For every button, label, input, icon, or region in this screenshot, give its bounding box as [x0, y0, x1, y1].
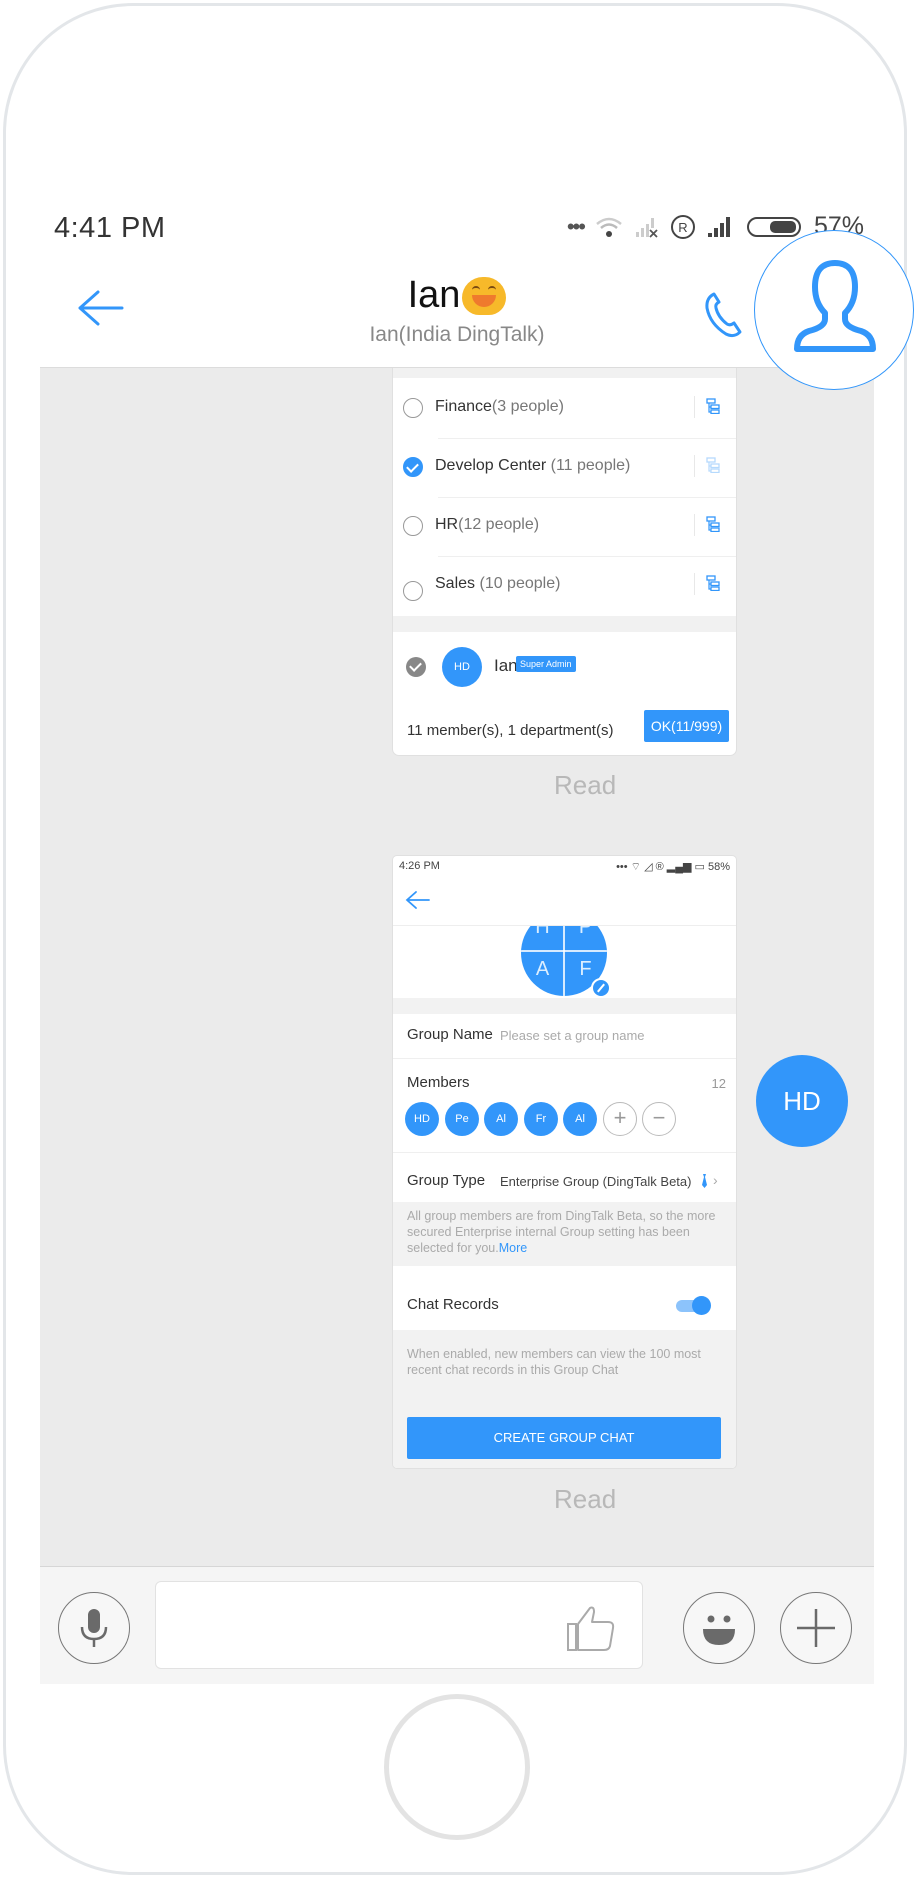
group-type-label: Group Type: [407, 1172, 486, 1189]
super-admin-badge: Super Admin: [516, 656, 576, 672]
screen: 4:41 PM ••• R 57% Ian Ian(India DingTalk…: [40, 200, 874, 1684]
check-icon: [406, 657, 426, 677]
remove-member-icon: −: [642, 1102, 676, 1136]
emoji-button[interactable]: [683, 1592, 755, 1664]
sender-avatar[interactable]: HD: [756, 1055, 848, 1147]
edit-icon: [591, 978, 611, 998]
grinning-face-emoji: [462, 276, 507, 315]
radio-unchecked: [403, 581, 423, 601]
contact-profile-button[interactable]: [754, 230, 914, 390]
message-image-create-group[interactable]: 4:26 PM ••• ⌔ ◿ ® ▂▄▆ ▭ 58% H P A F Grou…: [393, 856, 736, 1468]
member-avatar: Al: [484, 1102, 518, 1136]
microphone-icon: [80, 1609, 108, 1647]
members-count: 12: [711, 1076, 726, 1091]
radio-unchecked: [403, 516, 423, 536]
back-arrow-icon: [405, 891, 430, 909]
member-avatar: Pe: [445, 1102, 479, 1136]
plus-icon: [797, 1609, 835, 1647]
chat-area[interactable]: Finance(3 people) Develop Center (11 peo…: [40, 368, 874, 1566]
input-bar: [40, 1566, 874, 1684]
voice-button[interactable]: [58, 1592, 130, 1664]
chevron-right-icon: ›: [713, 1172, 718, 1188]
org-tree-icon: [706, 398, 720, 414]
radio-checked: [403, 457, 423, 477]
chat-title: Ian: [408, 274, 507, 317]
chat-header: Ian Ian(India DingTalk): [40, 250, 874, 368]
group-name-placeholder: Please set a group name: [500, 1028, 645, 1043]
battery-icon: [746, 216, 801, 237]
department-row: Develop Center (11 people): [393, 439, 736, 498]
message-image-department-picker[interactable]: Finance(3 people) Develop Center (11 peo…: [393, 368, 736, 755]
radio-unchecked: [403, 398, 423, 418]
add-member-icon: +: [603, 1102, 637, 1136]
wifi-icon: [596, 217, 622, 237]
group-type-value: Enterprise Group (DingTalk Beta): [500, 1174, 692, 1189]
chat-records-toggle: [676, 1296, 711, 1315]
person-icon: [794, 260, 876, 352]
org-tree-icon: [706, 457, 720, 473]
signal-icon: [707, 216, 730, 237]
thumbs-up-icon[interactable]: [564, 1604, 620, 1652]
phone-icon[interactable]: [702, 290, 746, 340]
chat-records-label: Chat Records: [407, 1296, 499, 1313]
chat-records-hint: When enabled, new members can view the 1…: [407, 1347, 701, 1377]
avatar: HD: [442, 647, 482, 687]
group-name-label: Group Name: [407, 1026, 493, 1043]
chat-subtitle: Ian(India DingTalk): [369, 323, 545, 346]
roaming-icon: R: [670, 214, 695, 239]
member-avatar: HD: [405, 1102, 439, 1136]
home-button[interactable]: [384, 1694, 530, 1840]
more-link: More: [498, 1241, 528, 1255]
department-row: Finance(3 people): [393, 380, 736, 439]
selected-user-row: HD Ian Super Admin: [393, 636, 736, 696]
no-signal-icon: [635, 217, 658, 238]
members-label: Members: [407, 1074, 470, 1091]
department-row: Sales (10 people): [393, 557, 736, 616]
department-row: HR(12 people): [393, 498, 736, 557]
tie-icon: [702, 1174, 707, 1188]
member-avatar: Fr: [524, 1102, 558, 1136]
org-tree-icon: [706, 516, 720, 532]
message-input[interactable]: [155, 1581, 643, 1669]
read-status: Read: [554, 1484, 617, 1514]
org-tree-icon: [706, 575, 720, 591]
create-group-chat-button: CREATE GROUP CHAT: [407, 1417, 721, 1459]
group-type-info: All group members are from DingTalk Beta…: [407, 1209, 716, 1255]
more-dots-icon: •••: [566, 213, 586, 239]
read-status: Read: [554, 770, 617, 800]
status-bar: 4:41 PM ••• R 57%: [40, 200, 874, 250]
svg-text:R: R: [678, 220, 687, 235]
member-avatar: Al: [563, 1102, 597, 1136]
more-button[interactable]: [780, 1592, 852, 1664]
smiley-icon: [703, 1615, 735, 1645]
status-time: 4:41 PM: [54, 212, 166, 244]
ok-button: OK(11/999): [644, 710, 729, 742]
selection-summary: 11 member(s), 1 department(s): [407, 722, 614, 739]
